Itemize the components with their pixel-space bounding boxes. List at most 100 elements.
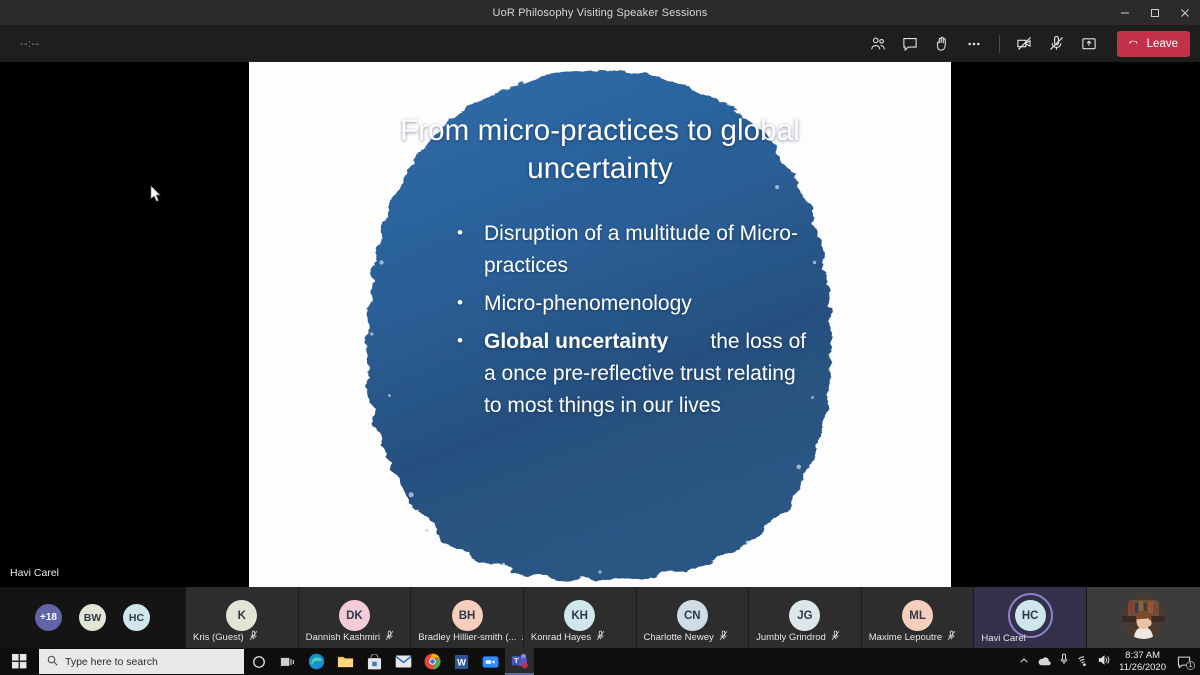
participant-label: Charlotte Newey (644, 630, 728, 644)
cortana-icon[interactable] (244, 648, 273, 675)
meeting-timer: --:-- (20, 37, 40, 50)
taskbar-clock[interactable]: 8:37 AM 11/26/2020 (1119, 650, 1166, 673)
word-icon[interactable]: W (447, 648, 476, 675)
bullet-text-bold: Global uncertainty (484, 329, 669, 353)
avatar: KH (564, 600, 596, 631)
teams-icon[interactable]: T (505, 648, 534, 675)
avatar: HC (1014, 600, 1046, 631)
show-hidden-icons-icon[interactable] (1019, 653, 1029, 671)
camera-off-icon[interactable] (1010, 29, 1040, 59)
participant-tile[interactable]: DK Dannish Kashmiri (297, 587, 411, 648)
participant-name: Maxime Lepoutre (868, 631, 943, 643)
overflow-participants-tile[interactable]: +18 BW HC (0, 587, 185, 648)
task-view-icon[interactable] (273, 648, 302, 675)
participant-name: Bradley Hillier-smith (... (418, 631, 517, 643)
participants-icon[interactable] (863, 29, 893, 59)
slide-bullet-item: • Global uncertainty the loss of a once p… (457, 326, 891, 422)
video-feed (1122, 596, 1165, 639)
microphone-icon[interactable] (1059, 653, 1069, 671)
participant-label: Havi Carel (981, 633, 1025, 644)
participant-tile[interactable]: JG Jumbly Grindrod (748, 587, 861, 648)
notifications-icon[interactable]: 1 (1174, 655, 1195, 670)
avatar[interactable]: BW (79, 604, 106, 631)
mic-off-icon[interactable] (1042, 29, 1072, 59)
mail-icon[interactable] (389, 648, 418, 675)
avatar: K (226, 600, 258, 631)
file-explorer-icon[interactable] (331, 648, 360, 675)
windows-taskbar: Type here to search W T 8:37 AM 11/26/20… (0, 648, 1200, 675)
svg-text:W: W (457, 657, 466, 667)
participant-filmstrip: +18 BW HC K Kris (Guest) DK Dannish Kash… (0, 587, 1200, 648)
participant-name: Charlotte Newey (643, 631, 714, 643)
participant-label: Kris (Guest) (193, 630, 258, 644)
bullet-dot-icon: • (457, 222, 463, 242)
avatar: BH (451, 600, 483, 631)
wifi-icon[interactable] (1077, 653, 1090, 671)
search-input[interactable]: Type here to search (39, 649, 244, 674)
participant-name: Havi Carel (981, 633, 1026, 644)
slide-bullet-list: • Disruption of a multitude of Micro-pra… (309, 218, 891, 429)
clock-date: 11/26/2020 (1119, 661, 1166, 673)
mic-off-icon (719, 630, 728, 644)
mic-off-icon (947, 630, 956, 644)
leave-button[interactable]: Leave (1116, 30, 1190, 57)
toolbar-divider (998, 34, 1000, 53)
participant-label: Konrad Hayes (531, 630, 605, 644)
hang-up-icon (1127, 35, 1141, 52)
participant-label: Jumbly Grindrod (756, 630, 840, 644)
participant-video-tile[interactable] (1086, 587, 1200, 648)
participant-name: Konrad Hayes (530, 631, 592, 643)
participant-tile-active-speaker[interactable]: HC Havi Carel (973, 587, 1086, 648)
microsoft-store-icon[interactable] (360, 648, 389, 675)
leave-button-label: Leave (1146, 37, 1178, 50)
search-icon (47, 655, 58, 669)
bullet-text: Micro-phenomenology (484, 291, 692, 315)
mic-off-icon (249, 630, 258, 644)
zoom-icon[interactable] (476, 648, 505, 675)
participant-name: Jumbly Grindrod (756, 631, 826, 643)
mic-off-icon (385, 630, 394, 644)
raise-hand-icon[interactable] (927, 29, 957, 59)
avatar: CN (676, 600, 708, 631)
overflow-count-badge[interactable]: +18 (35, 604, 62, 631)
share-screen-icon[interactable] (1074, 29, 1104, 59)
mouse-cursor (150, 185, 162, 208)
close-button[interactable] (1170, 0, 1200, 25)
meeting-toolbar: --:-- Leave (0, 25, 1200, 62)
participant-tile[interactable]: BH Bradley Hillier-smith (... (410, 587, 526, 648)
avatar: JG (789, 600, 821, 631)
clock-time: 8:37 AM (1125, 649, 1160, 661)
participant-label: Bradley Hillier-smith (... (418, 630, 526, 644)
bullet-text: Disruption of a multitude of Micro-pract… (484, 221, 798, 277)
bullet-dot-icon: • (457, 292, 463, 312)
system-tray: 8:37 AM 11/26/2020 1 (1019, 650, 1200, 673)
windows-start-icon[interactable] (0, 648, 38, 675)
chat-icon[interactable] (895, 29, 925, 59)
slide-bullet-item: • Micro-phenomenology (457, 288, 891, 320)
meeting-controls: Leave (863, 29, 1190, 59)
onedrive-icon[interactable] (1037, 653, 1051, 671)
participant-name: Dannish Kashmiri (305, 631, 381, 643)
participant-name: Kris (Guest) (193, 631, 244, 643)
restore-button[interactable] (1140, 0, 1170, 25)
participant-label: Maxime Lepoutre (869, 630, 956, 644)
mic-off-icon (596, 630, 605, 644)
participant-label: Dannish Kashmiri (306, 630, 394, 644)
participant-tile[interactable]: CN Charlotte Newey (635, 587, 749, 648)
edge-icon[interactable] (302, 648, 331, 675)
search-placeholder: Type here to search (65, 655, 158, 668)
more-options-icon[interactable] (959, 29, 989, 59)
participant-tile[interactable]: K Kris (Guest) (185, 587, 298, 648)
chrome-icon[interactable] (418, 648, 447, 675)
shared-slide[interactable]: From micro-practices to global uncertain… (249, 62, 951, 590)
participant-tile[interactable]: KH Konrad Hayes (522, 587, 636, 648)
minimize-button[interactable] (1110, 0, 1140, 25)
window-title: UoR Philosophy Visiting Speaker Sessions (492, 6, 708, 19)
volume-icon[interactable] (1098, 653, 1111, 671)
window-controls (1110, 0, 1200, 25)
participant-tile[interactable]: ML Maxime Lepoutre (860, 587, 974, 648)
avatar[interactable]: HC (123, 604, 150, 631)
avatar: ML (902, 600, 934, 631)
notification-badge: 1 (1186, 660, 1195, 670)
slide-bullet-item: • Disruption of a multitude of Micro-pra… (457, 218, 891, 282)
